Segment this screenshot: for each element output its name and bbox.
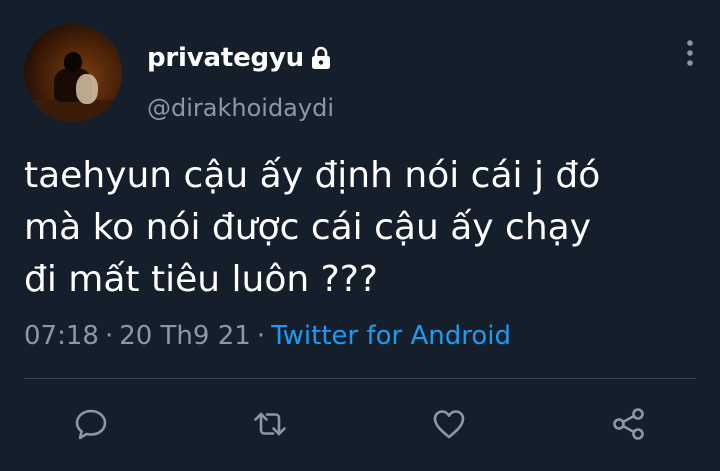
divider: [24, 378, 696, 379]
tweet-text-line: mà ko nói được cái cậu ấy chạy: [24, 207, 592, 248]
tweet-text: taehyun cậu ấy định nói cái j đó mà ko n…: [24, 150, 694, 306]
avatar-figure-knee: [76, 74, 98, 104]
tweet-text-line: đi mất tiêu luôn ???: [24, 259, 378, 300]
tweet-date: 20 Th9 21: [119, 321, 251, 351]
retweet-button[interactable]: [250, 406, 290, 446]
author-display-name[interactable]: privategyu: [147, 43, 332, 73]
meta-separator: ·: [104, 321, 114, 351]
more-options-icon[interactable]: [683, 38, 697, 68]
reply-button[interactable]: [71, 406, 111, 446]
author-username[interactable]: @dirakhoidaydi: [147, 94, 334, 122]
like-icon: [431, 406, 467, 446]
avatar[interactable]: [24, 24, 122, 122]
tweet-meta: 07:18 · 20 Th9 21 · Twitter for Android: [24, 321, 511, 351]
reply-icon: [73, 406, 109, 446]
share-button[interactable]: [609, 406, 649, 446]
tweet-time: 07:18: [24, 321, 99, 351]
lock-icon: [310, 46, 332, 70]
like-button[interactable]: [429, 406, 469, 446]
tweet-source-link[interactable]: Twitter for Android: [271, 321, 511, 351]
avatar-figure-head: [64, 52, 82, 72]
tweet-text-line: taehyun cậu ấy định nói cái j đó: [24, 155, 601, 196]
meta-separator: ·: [256, 321, 266, 351]
retweet-icon: [252, 406, 288, 446]
avatar-floor: [24, 100, 122, 122]
share-icon: [611, 406, 647, 446]
display-name-text[interactable]: privategyu: [147, 43, 304, 73]
